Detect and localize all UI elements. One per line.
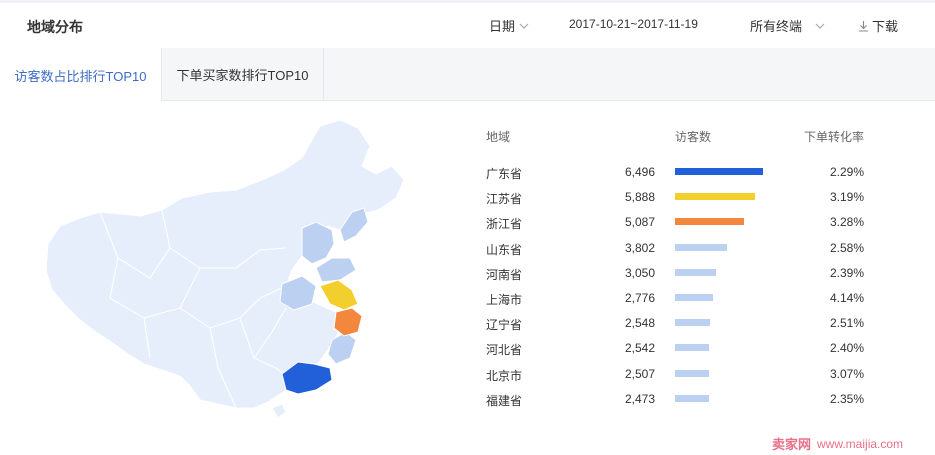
terminal-dropdown[interactable]: 所有终端 [750,16,826,35]
visitor-count: 2,776 [624,291,655,305]
visitor-bar [675,218,744,226]
conversion-rate: 3.07% [829,366,864,381]
visitor-bar [675,268,716,276]
chevron-down-icon [519,23,529,29]
table-row: 江苏省 5,888 3.19% [484,186,874,211]
conversion-rate: 2.29% [829,165,864,179]
tab-bar: 访客数占比排行TOP10 下单买家数排行TOP10 [0,48,935,102]
region-name: 山东省 [486,242,523,257]
tab-visitor-share[interactable]: 访客数占比排行TOP10 [0,48,162,102]
visitor-count: 2,548 [624,316,655,331]
conversion-rate: 2.40% [829,341,864,356]
watermark: 卖家网 www.maijia.com [772,432,935,455]
region-name: 广东省 [486,167,523,181]
region-name: 北京市 [486,368,523,383]
region-name: 江苏省 [486,192,523,207]
tab-buyer-count[interactable]: 下单买家数排行TOP10 [162,48,324,101]
visitor-count: 6,496 [624,165,655,179]
page-title: 地域分布 [27,19,83,35]
region-name: 福建省 [486,393,523,408]
visitor-count: 5,888 [624,190,655,205]
watermark-brand: 卖家网 [772,437,812,452]
conversion-rate: 2.35% [829,391,864,406]
visitor-count: 3,802 [624,240,655,255]
conversion-rate: 3.28% [829,215,864,230]
terminal-label: 所有终端 [750,19,803,34]
region-name: 上海市 [486,293,523,307]
column-header-visitors: 访客数 [675,130,712,144]
visitor-bar [675,294,713,301]
download-button[interactable]: 下载 [858,16,898,35]
visitor-bar [675,319,710,327]
date-dropdown[interactable]: 日期 [489,16,530,35]
table-row: 北京市 2,507 3.07% [484,363,874,388]
map-region-shandong [315,257,357,283]
visitor-count: 2,542 [624,341,655,356]
conversion-rate: 4.14% [829,291,864,305]
table-row: 山东省 3,802 2.58% [484,237,874,262]
visitor-count: 2,473 [624,391,655,406]
table-row: 河南省 3,050 2.39% [484,262,874,287]
conversion-rate: 2.39% [829,265,864,280]
table-row: 广东省 6,496 2.29% [484,161,874,186]
map-region-zhejiang [333,307,363,337]
conversion-rate: 2.58% [829,240,864,255]
visitor-bar [675,243,727,251]
table-row: 河北省 2,542 2.40% [484,337,874,362]
region-name: 辽宁省 [486,318,523,333]
visitor-bar [675,344,709,352]
region-name: 浙江省 [486,217,523,232]
chevron-down-icon [815,23,825,29]
download-label: 下载 [872,19,899,34]
header-bar: 地域分布 日期 2017-10-21~2017-11-19 所有终端 下载 [0,3,935,48]
visitor-count: 2,507 [624,366,655,381]
map-region-jiangsu [319,279,359,311]
visitor-bar [675,369,709,377]
visitor-count: 3,050 [624,265,655,280]
column-header-region: 地域 [486,130,511,144]
region-name: 河北省 [486,343,523,358]
visitor-bar [675,168,763,175]
date-label: 日期 [489,19,516,34]
conversion-rate: 3.19% [829,190,864,205]
region-name: 河南省 [486,267,523,282]
map-region-beijing-hebei [301,221,335,265]
visitor-bar [675,394,709,402]
table-row: 辽宁省 2,548 2.51% [484,312,874,337]
map-region-hainan [271,403,287,419]
table-row: 浙江省 5,087 3.28% [484,211,874,236]
table-row: 上海市 2,776 4.14% [484,287,874,312]
visitor-bar [675,193,755,201]
conversion-rate: 2.51% [829,316,864,331]
download-icon [859,20,868,32]
column-header-rate: 下单转化率 [803,130,864,144]
date-range-text[interactable]: 2017-10-21~2017-11-19 [569,17,698,31]
china-region-map [45,119,405,419]
table-row: 福建省 2,473 2.35% [484,388,874,413]
visitor-count: 5,087 [624,215,655,230]
watermark-url: www.maijia.com [817,436,904,451]
